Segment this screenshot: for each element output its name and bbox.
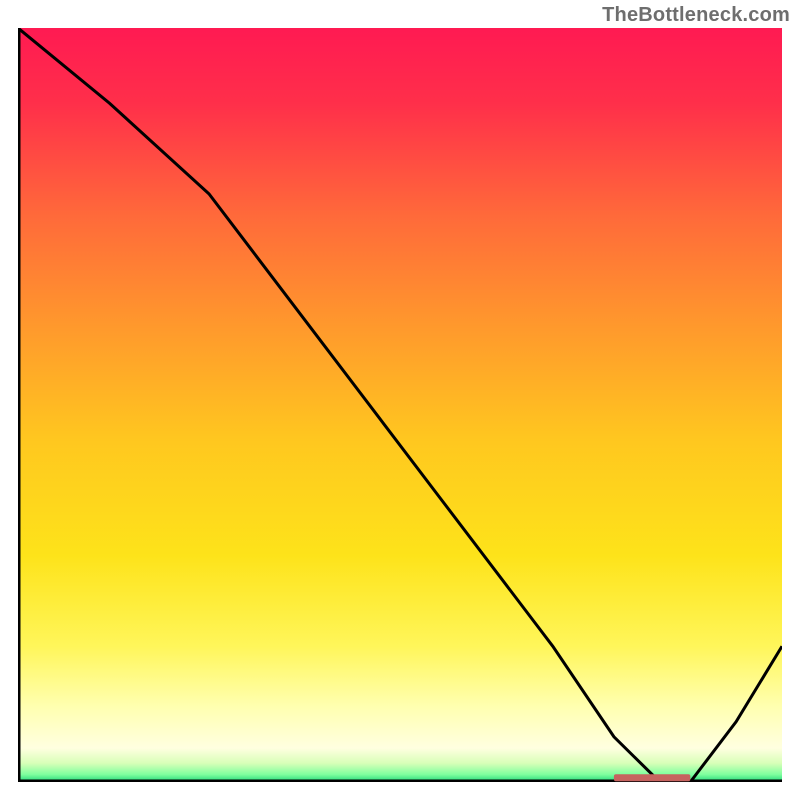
optimum-marker: [614, 774, 690, 781]
watermark-text: TheBottleneck.com: [602, 4, 790, 27]
chart-svg: [18, 28, 782, 782]
chart-area: [18, 28, 782, 782]
chart-background: [18, 28, 782, 782]
